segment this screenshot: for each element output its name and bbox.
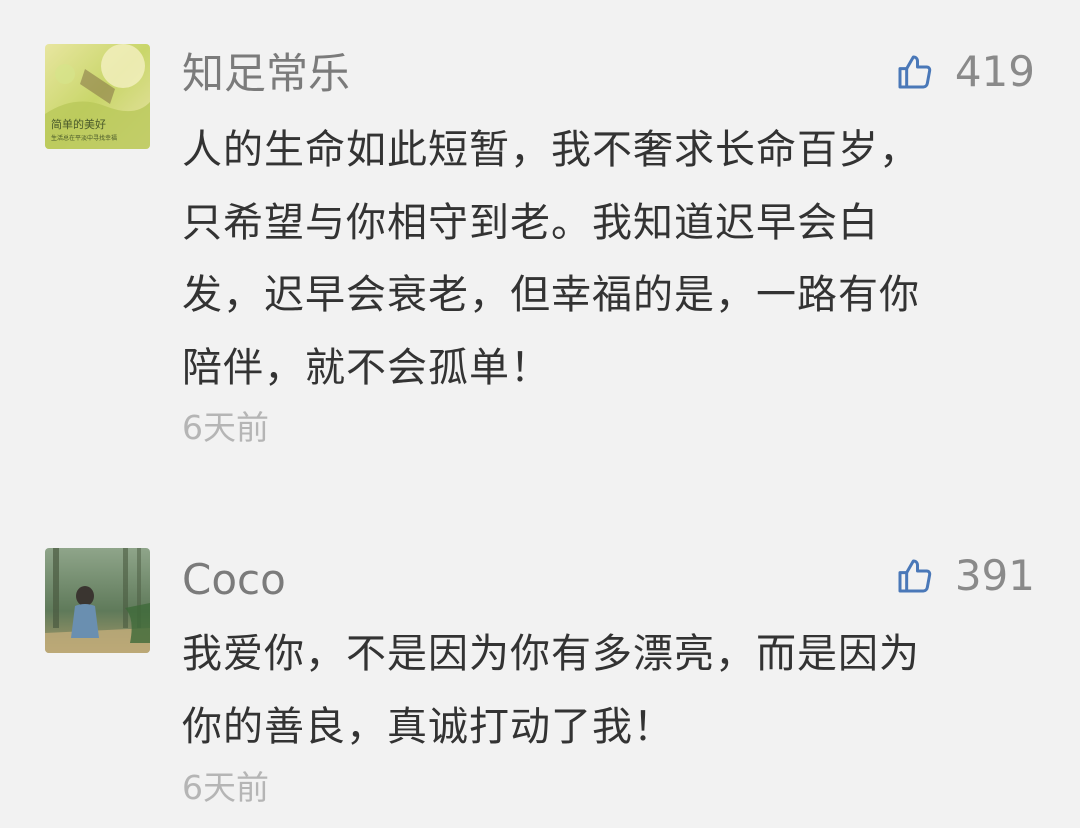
comment-timestamp: 6天前 (182, 768, 269, 807)
like-button[interactable]: 391 (895, 548, 1035, 604)
comment-text-line: 你的善良，真诚打动了我！ (182, 703, 674, 750)
comment-item: Coco 391 我爱你，不是因为你有多漂亮，而是因为 你的善良，真诚打动了我！… (0, 0, 1080, 828)
comment-content: 我爱你，不是因为你有多漂亮，而是因为 你的善良，真诚打动了我！ (182, 618, 1032, 763)
thumbs-up-icon[interactable] (895, 556, 935, 596)
like-count: 391 (954, 551, 1035, 600)
avatar[interactable] (45, 548, 150, 653)
comment-username[interactable]: Coco (182, 552, 286, 608)
comment-text-line: 我爱你，不是因为你有多漂亮，而是因为 (182, 631, 920, 677)
